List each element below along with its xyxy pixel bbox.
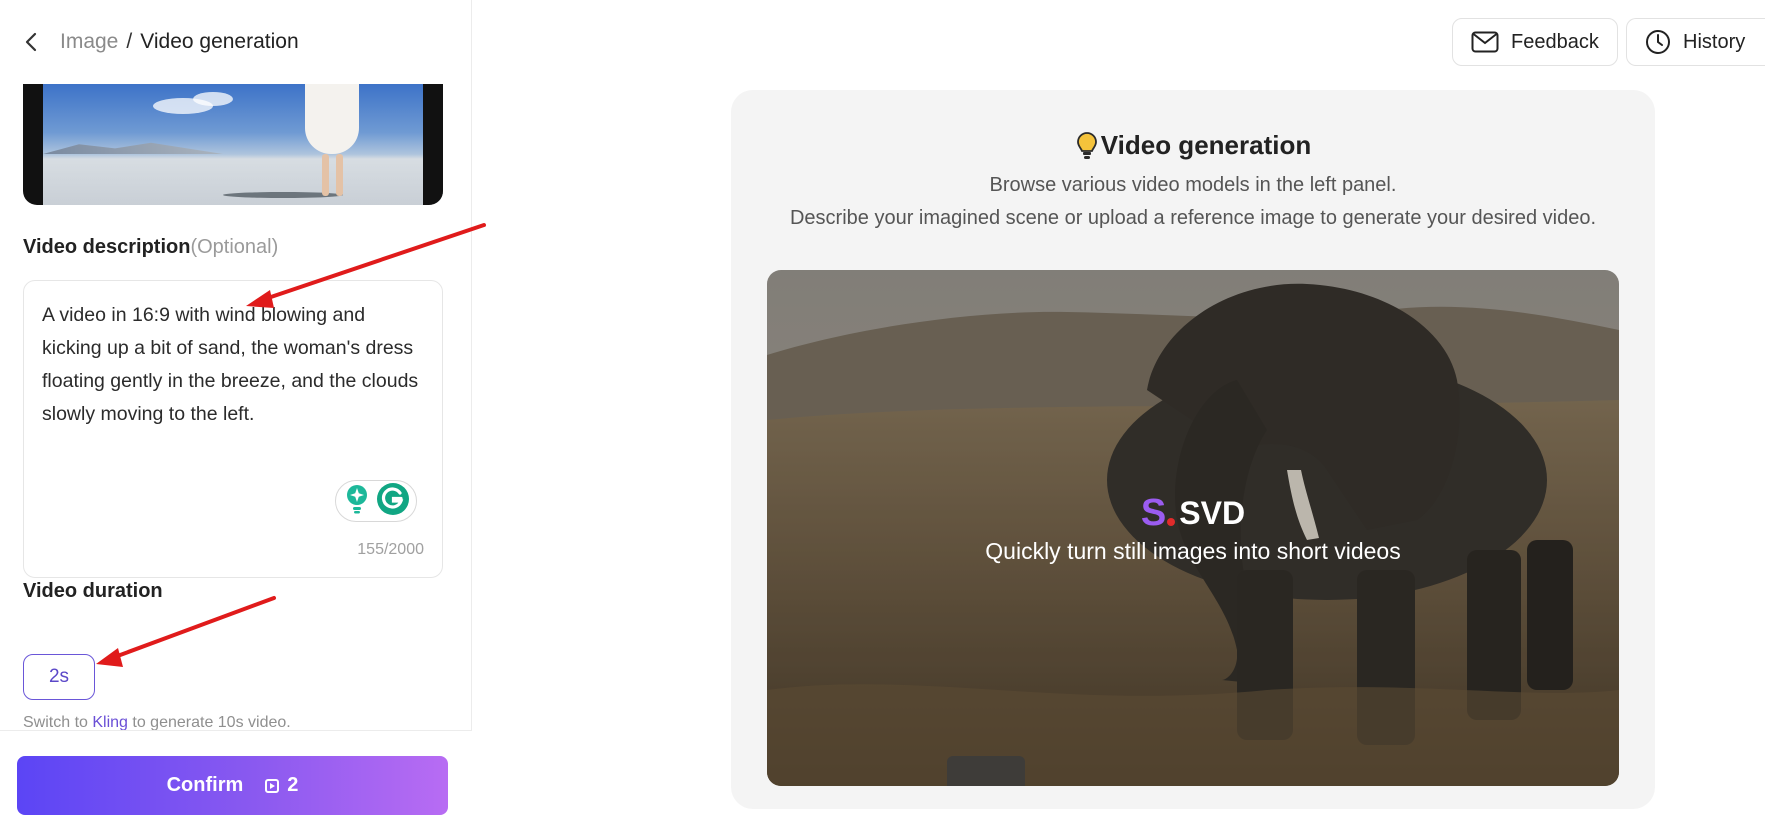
svd-preview-banner[interactable]: S SVD Quickly turn still images into shor… xyxy=(767,270,1619,786)
reference-image-scene xyxy=(43,84,443,205)
intro-card: Video generation Browse various video mo… xyxy=(731,90,1655,809)
history-button[interactable]: History xyxy=(1626,18,1765,66)
duration-option-2s[interactable]: 2s xyxy=(23,654,95,700)
hint-prefix: Switch to xyxy=(23,714,93,731)
confirm-label: Confirm xyxy=(166,774,244,796)
video-description-textarea[interactable]: A video in 16:9 with wind blowing and ki… xyxy=(23,280,443,578)
credit-icon xyxy=(265,778,280,793)
feedback-button[interactable]: Feedback xyxy=(1452,18,1618,66)
svd-logo: S SVD xyxy=(767,492,1619,535)
hint-suffix: to generate 10s video. xyxy=(127,714,291,731)
figure-leg xyxy=(336,154,343,196)
letterbox-bar xyxy=(423,84,443,205)
mail-icon xyxy=(1471,31,1499,53)
bottom-action-bar: Confirm 2 xyxy=(0,730,472,834)
carousel-tab[interactable] xyxy=(947,756,1025,786)
app-root: Image / Video generation Video descripti… xyxy=(0,0,1765,834)
kling-link[interactable]: Kling xyxy=(92,714,128,731)
sparkle-assist-icon[interactable] xyxy=(343,484,371,519)
svd-logo-letter: S xyxy=(1140,492,1167,534)
cloud-shape xyxy=(193,92,233,106)
confirm-button[interactable]: Confirm 2 xyxy=(17,756,448,815)
breadcrumb-current: Video generation xyxy=(140,30,299,53)
subtitle-line-1: Browse various video models in the left … xyxy=(989,174,1397,196)
chevron-left-icon[interactable] xyxy=(20,31,42,53)
mountain-shape xyxy=(43,142,223,154)
credit-count: 2 xyxy=(287,774,299,796)
breadcrumb: Image / Video generation xyxy=(0,0,472,84)
svd-logo-dot xyxy=(1167,517,1176,526)
main-title-text: Video generation xyxy=(1100,130,1312,160)
feedback-label: Feedback xyxy=(1511,30,1599,53)
svd-tagline: Quickly turn still images into short vid… xyxy=(985,538,1401,564)
reference-image-thumbnail[interactable] xyxy=(23,84,443,205)
main-title: Video generation xyxy=(731,130,1655,161)
svd-logo-text: SVD xyxy=(1179,495,1246,531)
video-description-label: Video description(Optional) xyxy=(23,236,278,259)
video-description-label-text: Video description xyxy=(23,236,191,258)
optional-tag: (Optional) xyxy=(190,236,279,258)
video-description-text[interactable]: A video in 16:9 with wind blowing and ki… xyxy=(42,299,422,431)
breadcrumb-parent-link[interactable]: Image xyxy=(60,30,118,54)
clock-icon xyxy=(1645,29,1671,55)
grammarly-icon[interactable] xyxy=(376,482,410,521)
breadcrumb-separator: / xyxy=(126,30,133,53)
figure-leg xyxy=(322,154,329,196)
left-panel: Image / Video generation Video descripti… xyxy=(0,0,472,834)
writing-assistant-badge[interactable] xyxy=(335,480,417,522)
subtitle-line-2: Describe your imagined scene or upload a… xyxy=(789,207,1597,229)
figure-dress xyxy=(305,84,359,154)
lightbulb-icon xyxy=(1075,131,1099,161)
history-label: History xyxy=(1683,30,1746,53)
video-duration-label: Video duration xyxy=(23,580,163,602)
character-counter: 155/2000 xyxy=(357,541,424,558)
